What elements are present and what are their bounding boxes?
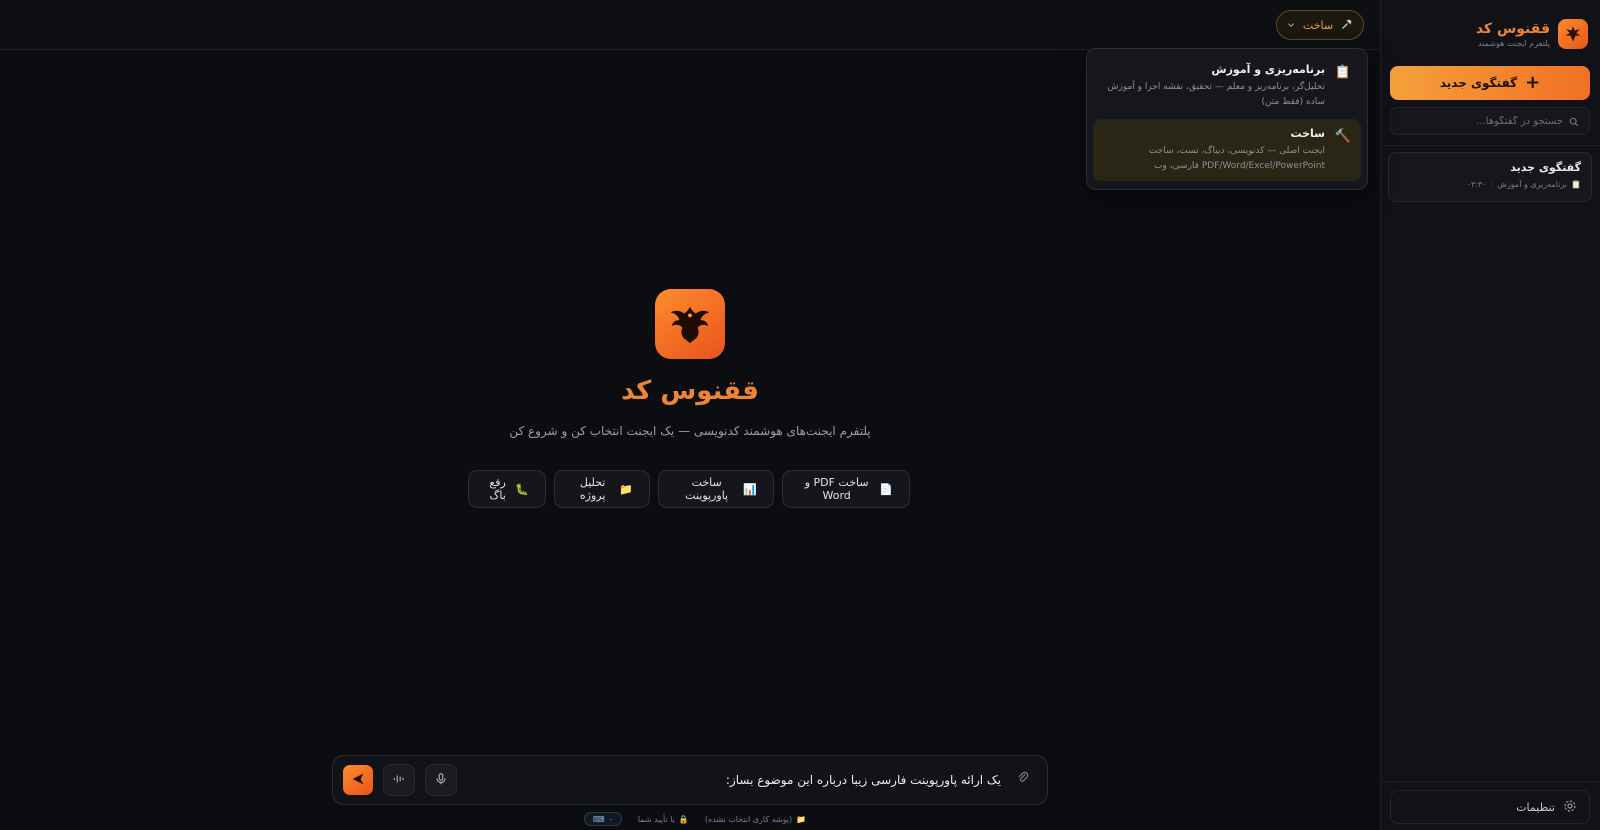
agent-option-planning[interactable]: 📋 برنامه‌ریزی و آموزش تحلیل‌گر، برنامه‌ر… <box>1093 55 1361 117</box>
workspace-status[interactable]: 📁 (پوشه کاری انتخاب نشده) <box>705 815 806 824</box>
token-count: ۰ <box>608 814 613 824</box>
quick-action-fix-bug[interactable]: 🐛 رفع باگ <box>468 470 546 508</box>
phoenix-logo-icon <box>1558 19 1588 49</box>
chart-icon: 📊 <box>743 482 757 496</box>
hammer-icon: 🔨 <box>1334 129 1351 144</box>
status-bar: 📁 (پوشه کاری انتخاب نشده) 🔒 با تأیید شما… <box>584 812 806 826</box>
token-counter: ۰ ⌨ <box>584 812 622 826</box>
agent-option-title: برنامه‌ریزی و آموزش <box>1211 63 1325 76</box>
approval-mode[interactable]: 🔒 با تأیید شما <box>638 815 689 824</box>
send-button[interactable] <box>343 765 373 795</box>
settings-label: تنظیمات <box>1516 800 1555 814</box>
audio-wave-icon <box>392 771 406 790</box>
brand-subtitle: پلتفرم ایجنت هوشمند <box>1478 38 1550 48</box>
document-icon: 📄 <box>879 482 893 496</box>
send-icon <box>350 771 366 790</box>
agent-selector[interactable]: ساخت <box>1276 10 1364 40</box>
conversation-search[interactable] <box>1390 107 1590 135</box>
conversation-separator: · <box>1490 180 1494 189</box>
conversation-time: ۰۳:۳۰ <box>1466 180 1487 189</box>
keyboard-icon: ⌨ <box>593 814 605 824</box>
message-input[interactable] <box>611 756 1001 804</box>
paperclip-icon[interactable] <box>1013 770 1033 790</box>
divider <box>1381 781 1600 782</box>
agent-option-build[interactable]: 🔨 ساخت ایجنت اصلی — کدنویسی، دیباگ، تست،… <box>1093 119 1361 181</box>
agent-dropdown-menu: 📋 برنامه‌ریزی و آموزش تحلیل‌گر، برنامه‌ر… <box>1086 48 1368 190</box>
agent-option-description: تحلیل‌گر، برنامه‌ریز و معلم — تحقیق، نقش… <box>1107 82 1325 107</box>
phoenix-logo-icon <box>655 289 725 359</box>
brand[interactable]: ققنوس کد پلتفرم ایجنت هوشمند <box>1393 14 1588 54</box>
search-input[interactable] <box>1403 115 1563 127</box>
new-chat-label: گفتگوی جدید <box>1439 76 1518 90</box>
new-chat-button[interactable]: + گفتگوی جدید <box>1390 66 1590 100</box>
quick-actions: 📄 ساخت PDF و Word 📊 ساخت پاورپوینت 📁 تحل… <box>468 470 910 508</box>
top-bar: ساخت <box>0 0 1380 50</box>
conversation-item[interactable]: گفتگوی جدید 📋 برنامه‌ریزی و آموزش · ۰۳:۳… <box>1388 152 1592 202</box>
agent-selected-label: ساخت <box>1302 18 1334 32</box>
microphone-icon <box>434 771 448 790</box>
quick-action-analyze-project[interactable]: 📁 تحلیل پروژه <box>554 470 650 508</box>
settings-button[interactable]: تنظیمات <box>1390 790 1590 824</box>
clipboard-icon: 📋 <box>1334 65 1351 80</box>
folder-icon: 📁 <box>796 814 807 824</box>
lock-icon: 🔒 <box>678 814 689 824</box>
message-composer <box>332 755 1048 805</box>
agent-option-description: ایجنت اصلی — کدنویسی، دیباگ، تست، ساخت P… <box>1148 146 1325 171</box>
hero-title: ققنوس کد <box>621 376 759 406</box>
agent-option-title: ساخت <box>1290 127 1325 140</box>
conversation-agent: برنامه‌ریزی و آموزش <box>1497 180 1568 189</box>
search-icon <box>1569 112 1579 131</box>
clipboard-icon: 📋 <box>1571 180 1581 189</box>
quick-action-powerpoint[interactable]: 📊 ساخت پاورپوینت <box>658 470 774 508</box>
sidebar: ققنوس کد پلتفرم ایجنت هوشمند + گفتگوی جد… <box>1380 0 1600 830</box>
conversation-title: گفتگوی جدید <box>1510 161 1581 174</box>
brand-name: ققنوس کد <box>1475 20 1550 37</box>
quick-action-pdf-word[interactable]: 📄 ساخت PDF و Word <box>782 470 910 508</box>
gear-icon <box>1563 799 1577 816</box>
chevron-down-icon <box>1287 19 1295 32</box>
folder-icon: 📁 <box>619 482 633 496</box>
voice-mode-button[interactable] <box>383 764 415 796</box>
hero-subtitle: پلتفرم ایجنت‌های هوشمند کدنویسی — یک ایج… <box>509 424 871 438</box>
bug-icon: 🐛 <box>515 482 529 496</box>
plus-icon: + <box>1525 72 1541 93</box>
hammer-icon <box>1341 18 1353 33</box>
microphone-button[interactable] <box>425 764 457 796</box>
divider <box>1381 145 1600 146</box>
